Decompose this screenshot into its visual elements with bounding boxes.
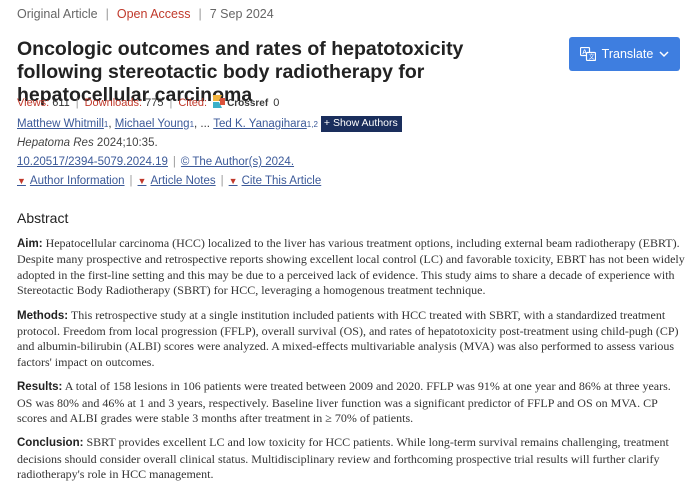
link-label: Article Notes <box>150 175 216 187</box>
author-link[interactable]: Matthew Whitmill <box>17 118 104 130</box>
article-stats: Views: 611 | Downloads: 775 | Cited: Cross… <box>17 95 279 111</box>
crossref-label: Crossref <box>227 97 269 109</box>
author-information-link[interactable]: ▼ Author Information <box>17 175 125 187</box>
abstract-conclusion: Conclusion: SBRT provides excellent LC a… <box>17 435 685 482</box>
section-label: Results: <box>17 381 63 394</box>
translate-icon: A 文 <box>579 47 596 61</box>
journal-name: Hepatoma Res <box>17 137 94 149</box>
translate-button[interactable]: A 文 Translate <box>569 37 680 71</box>
downloads-count: 775 <box>145 97 164 109</box>
section-text: This retrospective study at a single ins… <box>17 307 679 369</box>
crossref-icon <box>213 95 226 111</box>
section-text: SBRT provides excellent LC and low toxic… <box>17 435 669 482</box>
doi-line: 10.20517/2394-5079.2024.19 | © The Author(… <box>17 156 294 168</box>
license-link[interactable]: © The Author(s) 2024. <box>181 156 294 168</box>
views-label: Views: <box>17 97 50 109</box>
show-authors-button[interactable]: + Show Authors <box>320 116 402 132</box>
separator: | <box>198 7 202 21</box>
article-meta: Original Article | Open Access | 7 Sep 2024 <box>17 7 274 21</box>
svg-text:文: 文 <box>588 53 594 61</box>
author-list: Matthew Whitmill 1, Michael Young 1, ... T… <box>17 116 402 132</box>
cited-label: Cited: <box>178 97 208 109</box>
link-label: Cite This Article <box>241 175 322 187</box>
article-info-links: ▼ Author Information | ▼ Article Notes | ▼… <box>17 175 321 187</box>
downloads-label: Downloads: <box>84 97 143 109</box>
translate-label: Translate <box>601 47 654 61</box>
separator: | <box>75 97 79 109</box>
section-text: Hepatocellular carcinoma (HCC) localized… <box>17 236 685 298</box>
section-text: A total of 158 lesions in 106 patients w… <box>17 379 671 426</box>
separator: , ... <box>194 118 211 130</box>
publish-date: 7 Sep 2024 <box>209 7 274 21</box>
section-label: Conclusion: <box>17 437 84 450</box>
section-label: Aim: <box>17 238 43 250</box>
cite-this-article-link[interactable]: ▼ Cite This Article <box>229 175 322 187</box>
crossref-badge[interactable]: Crossref <box>213 95 268 111</box>
journal-citation: Hepatoma Res 2024;10:35. <box>17 137 158 149</box>
abstract-body: Aim: Hepatocellular carcinoma (HCC) loca… <box>17 236 685 492</box>
abstract-methods: Methods: This retrospective study at a s… <box>17 308 685 371</box>
views-count: 611 <box>52 97 70 109</box>
journal-volume: 2024;10:35. <box>96 137 158 149</box>
article-type: Original Article <box>17 7 98 21</box>
abstract-results: Results: A total of 158 lesions in 106 p… <box>17 379 685 426</box>
abstract-heading: Abstract <box>17 210 69 226</box>
section-label: Methods: <box>17 309 69 322</box>
separator: | <box>172 156 176 168</box>
author-link[interactable]: Michael Young <box>115 118 190 130</box>
caret-down-icon: ▼ <box>228 176 238 186</box>
author-affiliation: 1,2 <box>306 119 318 129</box>
link-label: Author Information <box>29 175 125 187</box>
author-link[interactable]: Ted K. Yanagihara <box>213 118 307 130</box>
caret-down-icon: ▼ <box>137 176 147 186</box>
caret-down-icon: ▼ <box>17 176 26 186</box>
separator: , <box>108 118 112 130</box>
chevron-down-icon <box>659 50 669 58</box>
separator: | <box>220 175 224 187</box>
separator: | <box>129 175 133 187</box>
doi-link[interactable]: 10.20517/2394-5079.2024.19 <box>17 156 168 168</box>
open-access-badge: Open Access <box>116 7 191 21</box>
article-notes-link[interactable]: ▼ Article Notes <box>138 175 216 187</box>
separator: | <box>105 7 109 21</box>
separator: | <box>169 97 173 109</box>
cited-count: 0 <box>273 97 280 109</box>
abstract-aim: Aim: Hepatocellular carcinoma (HCC) loca… <box>17 236 685 299</box>
